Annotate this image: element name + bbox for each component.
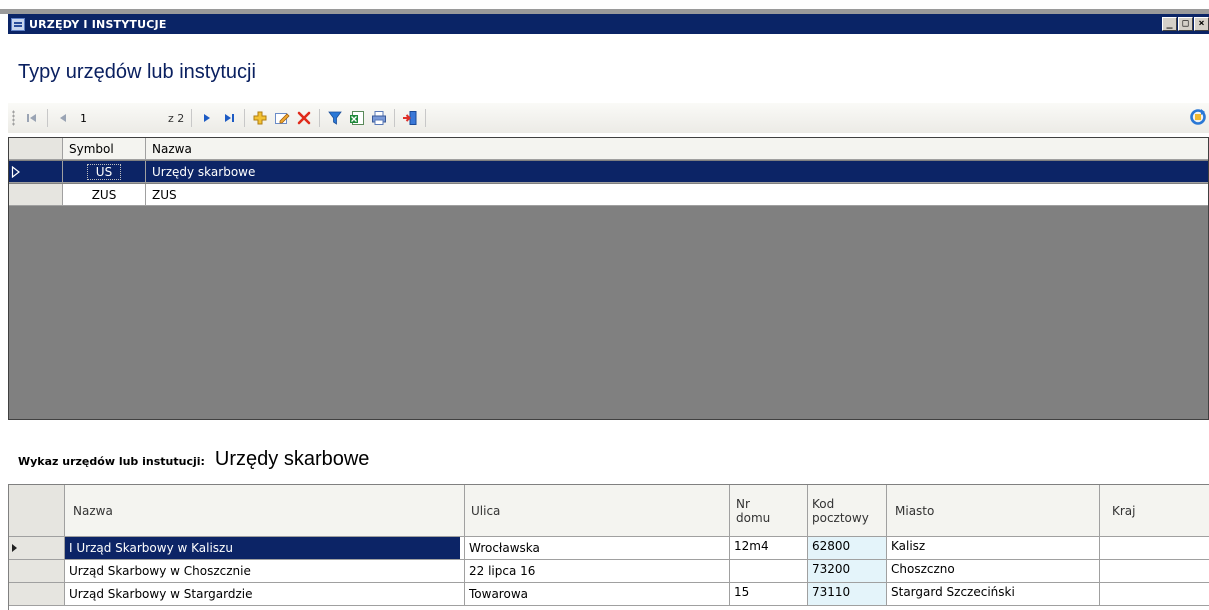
- cell-kod-pocztowy[interactable]: 62800: [808, 537, 887, 560]
- table-row[interactable]: ZUS ZUS: [9, 184, 1208, 206]
- print-icon: [372, 111, 387, 125]
- last-icon: [225, 114, 235, 122]
- cell-miasto[interactable]: Stargard Szczeciński: [887, 583, 1100, 606]
- next-icon: [204, 114, 211, 122]
- cell-ulica[interactable]: Towarowa: [465, 583, 730, 606]
- refresh-button[interactable]: [1189, 108, 1207, 129]
- current-row-arrow-icon: [11, 165, 20, 178]
- record-count-label: z 2: [168, 111, 185, 125]
- add-record-button[interactable]: [250, 108, 270, 128]
- add-icon: [253, 111, 267, 125]
- column-header-nazwa[interactable]: Nazwa: [65, 485, 465, 537]
- cell-ulica[interactable]: 22 lipca 16: [465, 560, 730, 583]
- prev-record-button[interactable]: [53, 108, 73, 128]
- row-header[interactable]: [9, 184, 63, 206]
- cell-nazwa[interactable]: ZUS: [146, 184, 1208, 206]
- excel-icon: [350, 111, 365, 125]
- app-window-icon: [11, 17, 25, 31]
- filter-button[interactable]: [325, 108, 345, 128]
- cell-kraj[interactable]: [1100, 537, 1209, 560]
- column-header-miasto[interactable]: Miasto: [887, 485, 1100, 537]
- current-row-arrow-icon: [12, 544, 17, 552]
- window-title: URZĘDY I INSTYTUCJE: [29, 17, 167, 31]
- cell-nazwa[interactable]: Urząd Skarbowy w Choszcznie: [65, 560, 465, 583]
- delete-icon: [297, 111, 311, 125]
- offices-grid[interactable]: Nazwa Ulica Nr domu Kod pocztowy Miasto …: [8, 484, 1209, 610]
- window-controls: _ □ ×: [1162, 17, 1209, 31]
- cell-nazwa[interactable]: Urząd Skarbowy w Stargardzie: [65, 583, 465, 606]
- column-header-nazwa[interactable]: Nazwa: [146, 138, 1208, 160]
- cell-nazwa[interactable]: I Urząd Skarbowy w Kaliszu: [65, 537, 465, 560]
- offices-grid-header: Nazwa Ulica Nr domu Kod pocztowy Miasto …: [9, 485, 1209, 537]
- navigator-toolbar: z 2: [8, 103, 1209, 133]
- list-section-label: Wykaz urzędów lub instutucji:: [18, 455, 205, 468]
- delete-record-button[interactable]: [294, 108, 314, 128]
- row-header-corner[interactable]: [9, 485, 65, 537]
- cell-miasto[interactable]: Kalisz: [887, 537, 1100, 560]
- edit-icon: [275, 113, 290, 124]
- column-header-kraj[interactable]: Kraj: [1100, 485, 1209, 537]
- exit-button[interactable]: [400, 108, 420, 128]
- window-titlebar[interactable]: URZĘDY I INSTYTUCJE _ □ ×: [8, 14, 1209, 34]
- column-header-ulica[interactable]: Ulica: [465, 485, 730, 537]
- column-header-nr-domu[interactable]: Nr domu: [730, 485, 808, 537]
- maximize-button[interactable]: □: [1178, 17, 1193, 31]
- toolbar-separator: [319, 109, 321, 127]
- toolbar-separator: [244, 109, 246, 127]
- row-header[interactable]: [9, 583, 65, 606]
- column-header-symbol[interactable]: Symbol: [63, 138, 146, 160]
- toolbar-separator: [394, 109, 396, 127]
- types-grid-header: Symbol Nazwa: [9, 138, 1208, 160]
- cell-kod-pocztowy[interactable]: 73200: [808, 560, 887, 583]
- page-title: Typy urzędów lub instytucji: [18, 61, 256, 83]
- row-header-corner[interactable]: [9, 138, 63, 160]
- cell-miasto[interactable]: Choszczno: [887, 560, 1100, 583]
- exit-icon: [403, 111, 417, 125]
- cell-kraj[interactable]: [1100, 560, 1209, 583]
- record-position-input[interactable]: [76, 109, 166, 127]
- cell-symbol[interactable]: ZUS: [63, 184, 146, 206]
- edit-record-button[interactable]: [272, 108, 292, 128]
- row-header[interactable]: [9, 537, 65, 560]
- cell-nazwa-text: I Urząd Skarbowy w Kaliszu: [65, 537, 460, 559]
- column-header-kod-pocztowy[interactable]: Kod pocztowy: [808, 485, 887, 537]
- last-record-button[interactable]: [219, 108, 239, 128]
- cell-symbol-text: US: [86, 163, 122, 180]
- filter-icon: [328, 111, 343, 125]
- table-row[interactable]: US Urzędy skarbowe: [9, 161, 1208, 183]
- table-row[interactable]: Urząd Skarbowy w Stargardzie Towarowa 15…: [9, 583, 1209, 606]
- first-icon: [27, 114, 36, 122]
- types-grid[interactable]: Symbol Nazwa US Urzędy skarbowe ZUS ZUS: [8, 137, 1209, 420]
- cell-ulica[interactable]: Wrocławska: [465, 537, 730, 560]
- minimize-button[interactable]: _: [1162, 17, 1177, 31]
- next-record-button[interactable]: [197, 108, 217, 128]
- toolbar-separator: [425, 109, 427, 127]
- table-row[interactable]: I Urząd Skarbowy w Kaliszu Wrocławska 12…: [9, 537, 1209, 560]
- row-header[interactable]: [9, 161, 63, 183]
- refresh-icon: [1190, 109, 1206, 125]
- list-section-heading: Wykaz urzędów lub instutucji: Urzędy ska…: [18, 448, 369, 471]
- toolbar-grip[interactable]: [12, 110, 15, 126]
- close-button[interactable]: ×: [1194, 17, 1209, 31]
- export-excel-button[interactable]: [347, 108, 367, 128]
- selected-type-value: Urzędy skarbowe: [214, 448, 370, 470]
- row-header[interactable]: [9, 560, 65, 583]
- toolbar-separator: [47, 109, 48, 127]
- cell-symbol[interactable]: US: [63, 161, 146, 183]
- cell-nazwa[interactable]: Urzędy skarbowe: [146, 161, 1208, 183]
- cell-nr-domu[interactable]: 12m4: [730, 537, 808, 560]
- first-record-button[interactable]: [22, 108, 42, 128]
- cell-kraj[interactable]: [1100, 583, 1209, 606]
- screen-top: [0, 0, 1209, 9]
- cell-kod-pocztowy[interactable]: 73110: [808, 583, 887, 606]
- prev-icon: [60, 114, 66, 122]
- table-row[interactable]: Urząd Skarbowy w Choszcznie 22 lipca 16 …: [9, 560, 1209, 583]
- cell-nr-domu[interactable]: [730, 560, 808, 583]
- cell-nr-domu[interactable]: 15: [730, 583, 808, 606]
- toolbar-separator: [191, 109, 193, 127]
- print-button[interactable]: [369, 108, 389, 128]
